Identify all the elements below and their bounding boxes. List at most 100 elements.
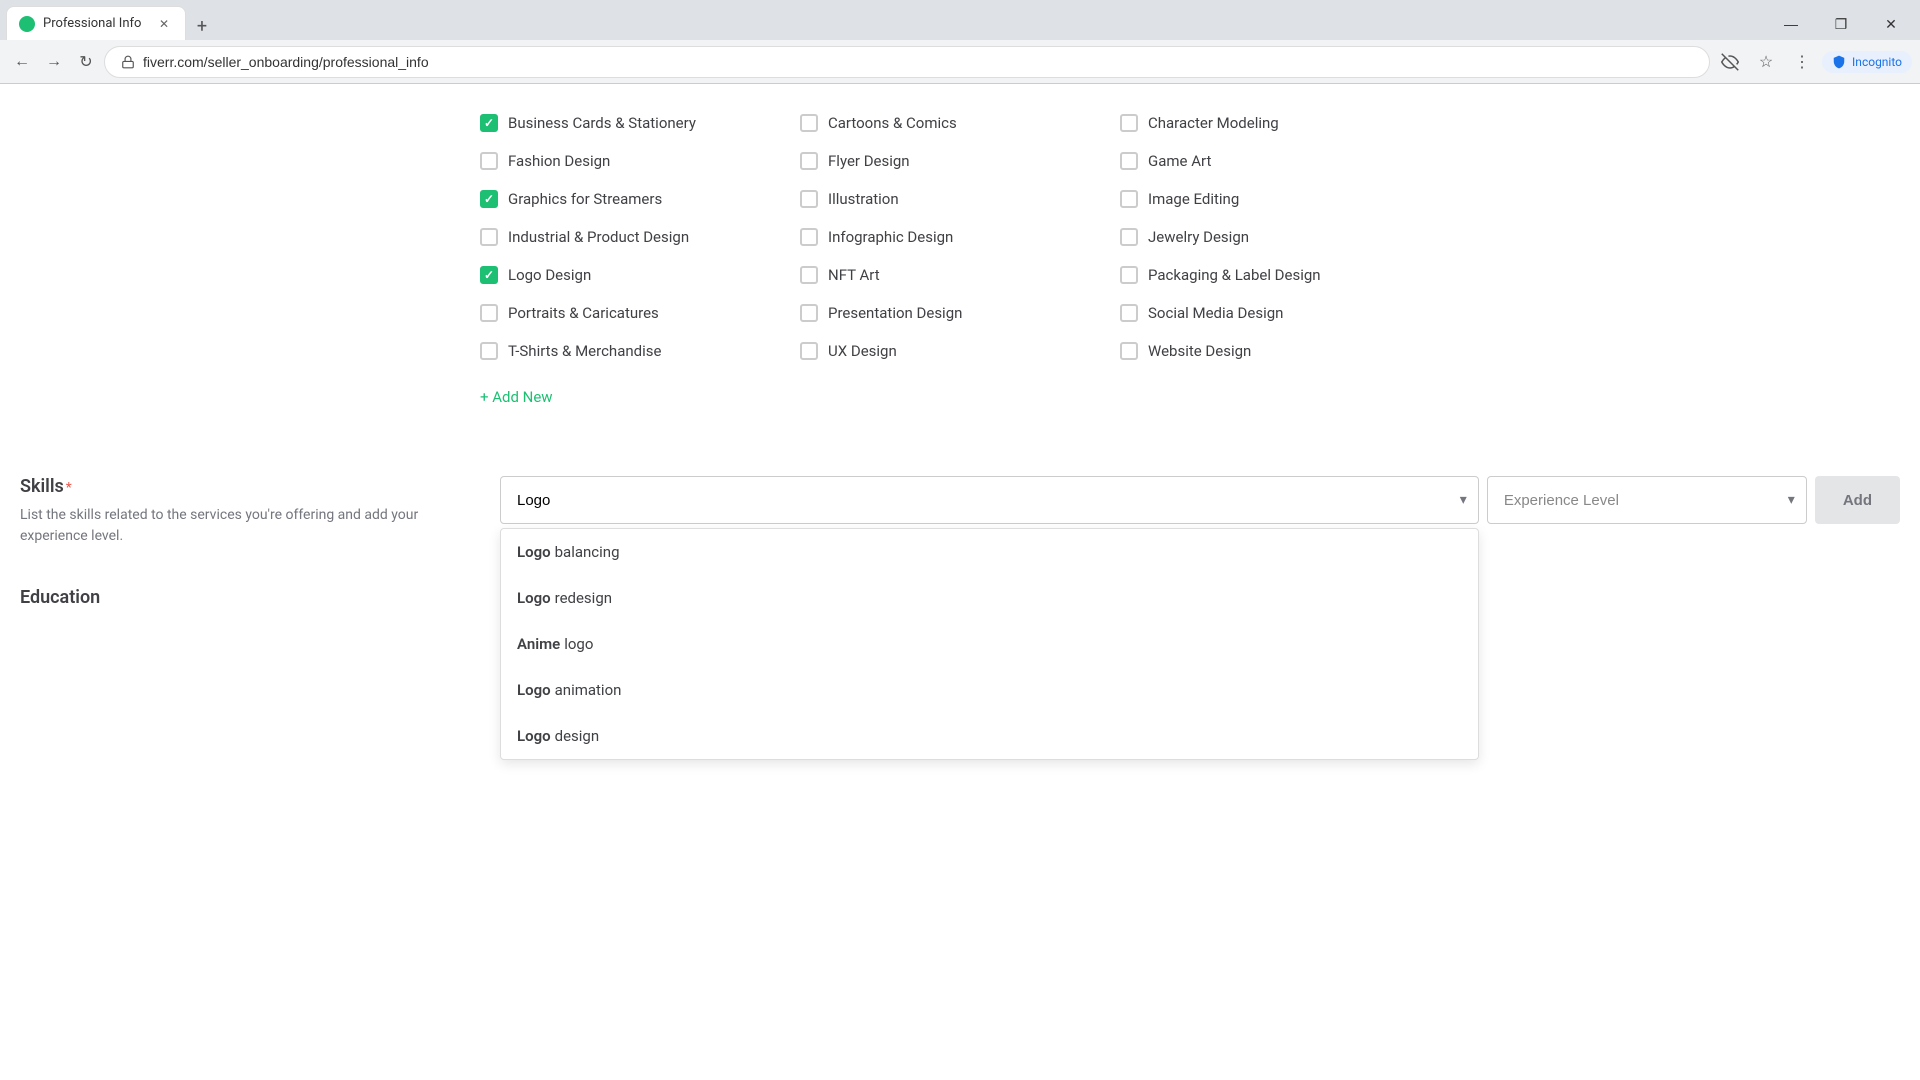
- suggestion-item[interactable]: Logo balancing: [501, 529, 1478, 575]
- checkbox-box[interactable]: [800, 342, 818, 360]
- page-content: Business Cards & Stationery Cartoons & Co…: [0, 84, 1920, 635]
- suggestion-match: Logo: [517, 543, 551, 561]
- checkbox-label: Graphics for Streamers: [508, 190, 662, 208]
- checkbox-box[interactable]: [480, 342, 498, 360]
- checkbox-box[interactable]: [480, 114, 498, 132]
- tab-row: Professional Info ✕ + — ❐ ✕: [0, 0, 1920, 40]
- checkbox-item: Cartoons & Comics: [800, 104, 1120, 142]
- suggestions-list: Logo balancingLogo redesignAnime logoLog…: [501, 529, 1478, 759]
- incognito-label: Incognito: [1852, 55, 1902, 69]
- forward-button[interactable]: →: [40, 48, 68, 76]
- checkbox-box[interactable]: [800, 190, 818, 208]
- browser-tab[interactable]: Professional Info ✕: [6, 6, 186, 40]
- checkbox-box[interactable]: [1120, 266, 1138, 284]
- checkbox-box[interactable]: [800, 228, 818, 246]
- incognito-icon: [1832, 55, 1846, 69]
- checkbox-label: Game Art: [1148, 152, 1211, 170]
- checkbox-item: Jewelry Design: [1120, 218, 1440, 256]
- checkbox-box[interactable]: [800, 304, 818, 322]
- checkbox-item: Game Art: [1120, 142, 1440, 180]
- skill-input-wrapper: ▾ Logo balancingLogo redesignAnime logoL…: [500, 476, 1479, 524]
- eye-off-icon[interactable]: [1714, 46, 1746, 78]
- window-minimize-button[interactable]: —: [1768, 8, 1814, 40]
- checkbox-grid: Business Cards & Stationery Cartoons & Co…: [480, 104, 1440, 370]
- suggestion-match: Logo: [517, 681, 551, 699]
- checkbox-item: T-Shirts & Merchandise: [480, 332, 800, 370]
- checkbox-label: Social Media Design: [1148, 304, 1283, 322]
- window-close-button[interactable]: ✕: [1868, 8, 1914, 40]
- checkbox-label: Flyer Design: [828, 152, 910, 170]
- browser-actions: ☆ ⋮ Incognito: [1714, 46, 1912, 78]
- tab-title: Professional Info: [43, 16, 141, 31]
- checkbox-item: Illustration: [800, 180, 1120, 218]
- checkbox-item: NFT Art: [800, 256, 1120, 294]
- checkbox-label: Cartoons & Comics: [828, 114, 957, 132]
- checkbox-label: Illustration: [828, 190, 899, 208]
- add-new-link[interactable]: + Add New: [480, 378, 553, 416]
- checkbox-item: Business Cards & Stationery: [480, 104, 800, 142]
- checkbox-box[interactable]: [800, 152, 818, 170]
- experience-wrapper: Experience Level Beginner Intermediate E…: [1487, 476, 1807, 524]
- back-button[interactable]: ←: [8, 48, 36, 76]
- checkbox-section: Business Cards & Stationery Cartoons & Co…: [0, 84, 1920, 436]
- add-skill-button[interactable]: Add: [1815, 476, 1900, 524]
- checkbox-label: Image Editing: [1148, 190, 1239, 208]
- checkbox-box[interactable]: [1120, 304, 1138, 322]
- suggestion-match: Logo: [517, 589, 551, 607]
- suggestion-suffix: redesign: [555, 589, 612, 607]
- address-bar[interactable]: [104, 46, 1710, 78]
- checkbox-box[interactable]: [480, 152, 498, 170]
- checkbox-box[interactable]: [1120, 228, 1138, 246]
- suggestion-suffix: balancing: [555, 543, 620, 561]
- checkbox-item: Industrial & Product Design: [480, 218, 800, 256]
- checkbox-box[interactable]: [1120, 190, 1138, 208]
- suggestion-item[interactable]: Logo design: [501, 713, 1478, 759]
- tab-close-button[interactable]: ✕: [155, 15, 173, 33]
- checkbox-box[interactable]: [800, 266, 818, 284]
- refresh-button[interactable]: ↻: [72, 48, 100, 76]
- skills-section-right: ▾ Logo balancingLogo redesignAnime logoL…: [480, 476, 1920, 524]
- checkbox-box[interactable]: [480, 228, 498, 246]
- experience-level-select[interactable]: Experience Level Beginner Intermediate E…: [1487, 476, 1807, 524]
- checkbox-item: Presentation Design: [800, 294, 1120, 332]
- suggestion-item[interactable]: Anime logo: [501, 621, 1478, 667]
- suggestion-suffix: logo: [564, 635, 593, 653]
- skills-section-left: Skills* List the skills related to the s…: [0, 476, 480, 547]
- checkbox-label: Fashion Design: [508, 152, 610, 170]
- suggestion-item[interactable]: Logo animation: [501, 667, 1478, 713]
- new-tab-button[interactable]: +: [188, 12, 216, 40]
- lock-icon: [121, 55, 135, 69]
- checkbox-label: Industrial & Product Design: [508, 228, 689, 246]
- checkbox-box[interactable]: [480, 304, 498, 322]
- skills-section: Skills* List the skills related to the s…: [0, 436, 1920, 547]
- suggestion-item[interactable]: Logo redesign: [501, 575, 1478, 621]
- url-input[interactable]: [143, 54, 1693, 70]
- checkbox-item: Website Design: [1120, 332, 1440, 370]
- browser-top-bar: Professional Info ✕ + — ❐ ✕ ← → ↻ ☆ ⋮ In…: [0, 0, 1920, 84]
- checkbox-box[interactable]: [1120, 114, 1138, 132]
- checkbox-label: Character Modeling: [1148, 114, 1279, 132]
- checkbox-label: NFT Art: [828, 266, 880, 284]
- star-icon[interactable]: ☆: [1750, 46, 1782, 78]
- checkbox-label: Logo Design: [508, 266, 591, 284]
- suggestion-match: Logo: [517, 727, 551, 745]
- skills-required-marker: *: [66, 480, 72, 496]
- checkbox-item: Infographic Design: [800, 218, 1120, 256]
- checkbox-label: UX Design: [828, 342, 897, 360]
- checkbox-label: Packaging & Label Design: [1148, 266, 1321, 284]
- checkbox-box[interactable]: [800, 114, 818, 132]
- checkbox-box[interactable]: [480, 190, 498, 208]
- checkbox-box[interactable]: [480, 266, 498, 284]
- checkbox-item: Logo Design: [480, 256, 800, 294]
- skills-description: List the skills related to the services …: [20, 505, 460, 547]
- skills-title: Skills: [20, 476, 64, 497]
- checkbox-label: Website Design: [1148, 342, 1251, 360]
- checkbox-box[interactable]: [1120, 152, 1138, 170]
- window-maximize-button[interactable]: ❐: [1818, 8, 1864, 40]
- checkbox-label: Portraits & Caricatures: [508, 304, 659, 322]
- browser-menu-button[interactable]: ⋮: [1786, 46, 1818, 78]
- education-section-left: Education: [0, 587, 480, 608]
- checkbox-box[interactable]: [1120, 342, 1138, 360]
- skill-search-input[interactable]: [500, 476, 1479, 524]
- checkbox-item: Packaging & Label Design: [1120, 256, 1440, 294]
